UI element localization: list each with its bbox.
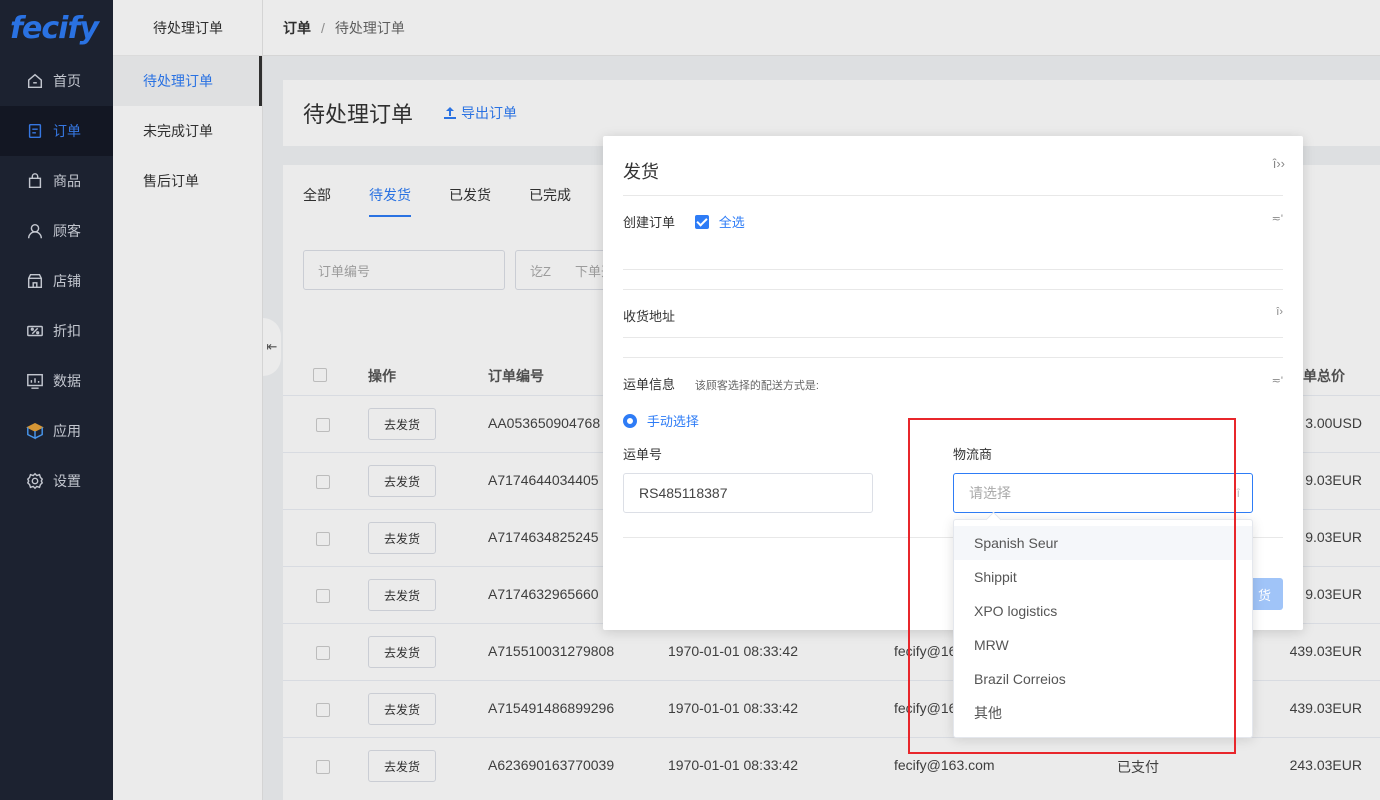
waybill-hint: 该顾客选择的配送方式是: <box>694 380 819 392</box>
carrier-option[interactable]: 其他 <box>954 696 1252 730</box>
collapse-toggle-icon[interactable]: ≂' <box>1272 374 1283 387</box>
chevron-up-icon: î <box>1236 486 1240 500</box>
carrier-label: 物流商 <box>953 447 993 462</box>
create-order-label: 创建订单 <box>623 215 676 230</box>
expand-toggle-icon[interactable]: î› <box>1276 306 1283 318</box>
section-divider <box>623 269 1283 289</box>
radio-selected <box>623 414 637 428</box>
carrier-option[interactable]: Brazil Correios <box>954 662 1252 696</box>
manual-select-label: 手动选择 <box>646 414 699 429</box>
tracking-label: 运单号 <box>623 447 663 462</box>
section-divider <box>623 337 1283 357</box>
select-all-label[interactable]: 全选 <box>719 215 745 230</box>
collapse-toggle-icon[interactable]: ≂' <box>1272 212 1283 225</box>
carrier-select[interactable]: 请选择 î <box>953 473 1253 513</box>
select-all-checkbox-checked[interactable] <box>694 215 709 229</box>
carrier-option[interactable]: XPO logistics <box>954 594 1252 628</box>
close-icon[interactable]: î›› <box>1273 156 1285 171</box>
address-section: 收货地址 î› <box>623 289 1283 337</box>
manual-select-radio[interactable]: 手动选择 <box>623 411 699 430</box>
waybill-label: 运单信息 <box>623 377 676 392</box>
create-order-section: 创建订单 全选 ≂' <box>623 195 1283 270</box>
address-label: 收货地址 <box>623 309 676 324</box>
waybill-section: 运单信息 该顾客选择的配送方式是: ≂' 手动选择 运单号 RS48511838… <box>623 357 1283 537</box>
carrier-placeholder: 请选择 <box>969 485 1011 501</box>
carrier-option[interactable]: Spanish Seur <box>954 526 1252 560</box>
dialog-title: 发货 <box>623 162 659 182</box>
carrier-dropdown: Spanish Seur Shippit XPO logistics MRW Brazi… <box>953 519 1253 738</box>
carrier-option[interactable]: Shippit <box>954 560 1252 594</box>
tracking-number-input[interactable]: RS485118387 <box>623 473 873 513</box>
carrier-option[interactable]: MRW <box>954 628 1252 662</box>
